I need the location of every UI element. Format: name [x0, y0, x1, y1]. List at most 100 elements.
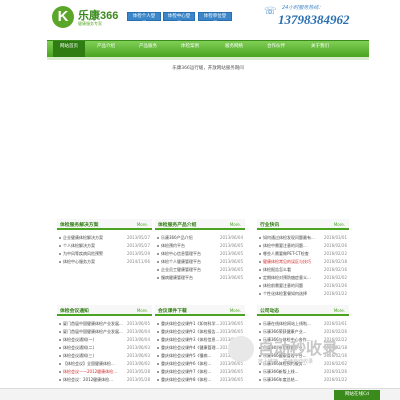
bullet-icon — [59, 371, 61, 373]
list-item[interactable]: 个性化体检套餐如何选择 2016/01/22 — [259, 290, 347, 298]
more-link[interactable]: More. — [137, 308, 148, 313]
nav-item-cases[interactable]: 体检案例 — [173, 41, 207, 57]
list-item[interactable]: 定期体检对预防癌症意义... 2016/02/02 — [259, 274, 347, 282]
list-item[interactable]: 体检会议通知(一) 2013/06/04 — [59, 336, 150, 344]
bullet-icon — [157, 355, 159, 357]
panel-title: 体检服务产品介绍 — [158, 223, 197, 228]
main-nav: 网站首页 产品介绍 产品服务 体检案例 服务网络 合作伙伴 关于我们 — [47, 40, 369, 57]
bullet-icon — [157, 245, 159, 247]
panel-products: 体检服务产品介绍 More. 乐康366产品介绍 2013/06/04 体检预约平… — [155, 219, 245, 305]
more-link[interactable]: More. — [334, 222, 345, 227]
bullet-icon — [59, 237, 61, 239]
online-chat-button[interactable]: 网站在线Cd — [334, 390, 380, 400]
panel-list: 如何通过体检发现问题最有... 2016/03/01 体检中需要注意的问题... 2… — [259, 234, 347, 298]
list-item[interactable]: 体检预约平台 2013/06/05 — [157, 242, 243, 250]
bullet-icon — [157, 363, 159, 365]
list-item[interactable]: 个人体检解决方案 2013/05/27 — [59, 242, 150, 250]
list-item[interactable]: 体检报告怎么看 2016/02/16 — [259, 266, 347, 274]
company-login-button[interactable]: 体检单位登录 — [198, 12, 232, 26]
list-item[interactable]: 企业员工健康管理平台 2013/06/05 — [157, 266, 243, 274]
nav-item-home[interactable]: 网站首页 — [53, 41, 85, 57]
list-item[interactable]: 如何通过体检发现问题最有... 2016/03/01 — [259, 234, 347, 242]
list-item[interactable]: 乐康在线体检网站上线啦... 2016/03/01 — [259, 320, 347, 328]
watermark-subtext: 放上链接，等待自动收录 — [258, 359, 314, 365]
panel-header: 公司动态 More. — [257, 305, 349, 316]
list-item[interactable]: 体检前需要注意的问题 2016/01/26 — [259, 282, 347, 290]
nav-item-about[interactable]: 关于我们 — [303, 41, 337, 57]
panel-header: 体检会议通知 More. — [57, 305, 152, 316]
nav-item-products[interactable]: 产品介绍 — [89, 41, 123, 57]
panel-title: 会议课件下载 — [158, 309, 187, 314]
bullet-icon — [59, 379, 61, 381]
list-item[interactable]: 重庆体检会议课件8《体检... 2013/06/05 — [157, 376, 243, 384]
bullet-icon — [157, 277, 159, 279]
list-item[interactable]: 体检中需要注意的问题... 2016/02/26 — [259, 242, 347, 250]
panel-solutions: 体检服务解决方案 More. 企业健康体检解决方案 2013/05/27 个人体检… — [57, 219, 152, 305]
list-item[interactable]: 厦门首届中国健康体检产业发展... 2013/06/05 — [59, 320, 150, 328]
list-item[interactable]: 体检个人健康管理平台 2013/06/05 — [157, 258, 243, 266]
bullet-icon — [157, 237, 159, 239]
bullet-icon — [157, 269, 159, 271]
panel-list: 企业健康体检解决方案 2013/05/27 个人体检解决方案 2013/05/27 … — [59, 234, 150, 266]
list-item[interactable]: 体检会议通知(三) 2013/06/03 — [59, 352, 150, 360]
bullet-icon — [157, 261, 159, 263]
bullet-icon — [259, 269, 261, 271]
bullet-icon — [157, 371, 159, 373]
more-link[interactable]: More. — [334, 308, 345, 313]
panel-meeting-notices: 体检会议通知 More. 厦门首届中国健康体检产业发展... 2013/06/05… — [57, 305, 152, 391]
bullet-icon — [259, 293, 261, 295]
watermark-logo-icon — [228, 336, 254, 362]
bullet-icon — [259, 253, 261, 255]
hotline-number: 13798384962 — [278, 12, 350, 27]
list-item[interactable]: 健康体检常见的误区与技巧 2016/02/18 — [259, 258, 347, 266]
panel-title: 行业快讯 — [260, 223, 280, 228]
personal-login-button[interactable]: 体检个人登录 — [127, 12, 161, 26]
list-item[interactable]: 重庆体检会议课件1《如何科学... 2013/06/05 — [157, 320, 243, 328]
list-item[interactable]: 体检中心服务方案 2014/11/06 — [59, 258, 150, 266]
site-header: K 乐康366 健康服务专家 体检个人登录 体检中心登录 体检单位登录 ☏ 24… — [0, 0, 400, 40]
list-item[interactable]: 厦门首届中国健康体检产业发展... 2013/06/04 — [59, 328, 150, 336]
list-item[interactable]: 为中风等疾病风险预警 2013/05/29 — [59, 250, 150, 258]
more-link[interactable]: More. — [137, 222, 148, 227]
list-item[interactable]: 乐康366产品介绍 2013/06/04 — [157, 234, 243, 242]
list-item[interactable]: 体检中心信息管理平台 2013/06/05 — [157, 250, 243, 258]
watermark-text: 自动秒收录 — [258, 339, 339, 358]
banner-caption: 乐康366运行缓，开放网站服务期间 — [172, 66, 244, 71]
bullet-icon — [59, 261, 61, 263]
bullet-icon — [59, 253, 61, 255]
list-item[interactable]: 哪些人需要做PET-CT检查 2016/02/22 — [259, 250, 347, 258]
list-item[interactable]: 体检会议通知(二) 2013/06/03 — [59, 344, 150, 352]
bullet-icon — [259, 379, 261, 381]
watermark: 自动秒收录 放上链接，等待自动收录 — [228, 332, 378, 374]
list-item[interactable]: 乐康366年度总结... 2016/01/22 — [259, 376, 347, 384]
nav-item-services[interactable]: 产品服务 — [131, 41, 165, 57]
list-item[interactable]: 慢病健康管理平台 2013/06/05 — [157, 274, 243, 282]
more-link[interactable]: More. — [230, 222, 241, 227]
panel-header: 体检服务解决方案 More. — [57, 219, 152, 230]
logo-k-icon: K — [52, 6, 74, 28]
list-item[interactable]: 【体检会议】全国健康体检... 2013/06/02 — [59, 360, 150, 368]
nav-item-network[interactable]: 服务网络 — [217, 41, 251, 57]
list-item[interactable]: 体检会议：2012健康体检... 2013/05/28 — [59, 376, 150, 384]
bullet-icon — [59, 339, 61, 341]
bullet-icon — [259, 277, 261, 279]
panel-industry-news: 行业快讯 More. 如何通过体检发现问题最有... 2016/03/01 体检中… — [257, 219, 349, 305]
phone-icon: ☏ — [264, 6, 277, 17]
list-item[interactable]: 体检会议——2012健康体检... 2013/05/28 — [59, 368, 150, 376]
panel-header: 会议课件下载 More. — [155, 305, 245, 316]
bullet-icon — [259, 323, 261, 325]
bullet-icon — [259, 245, 261, 247]
list-item[interactable]: 企业健康体检解决方案 2013/05/27 — [59, 234, 150, 242]
more-link[interactable]: More. — [230, 308, 241, 313]
bullet-icon — [259, 237, 261, 239]
bullet-icon — [157, 253, 159, 255]
panel-title: 体检会议通知 — [60, 309, 89, 314]
panel-title: 体检服务解决方案 — [60, 223, 99, 228]
hotline-block: ☏ 24小时服务热线： 13798384962 — [262, 2, 372, 34]
nav-item-partners[interactable]: 合作伙伴 — [259, 41, 293, 57]
banner-area: 乐康366运行缓，开放网站服务期间 — [47, 60, 369, 210]
panel-header: 体检服务产品介绍 More. — [155, 219, 245, 230]
bullet-icon — [59, 355, 61, 357]
center-login-button[interactable]: 体检中心登录 — [163, 12, 195, 26]
site-logo[interactable]: K 乐康366 健康服务专家 — [52, 6, 118, 32]
